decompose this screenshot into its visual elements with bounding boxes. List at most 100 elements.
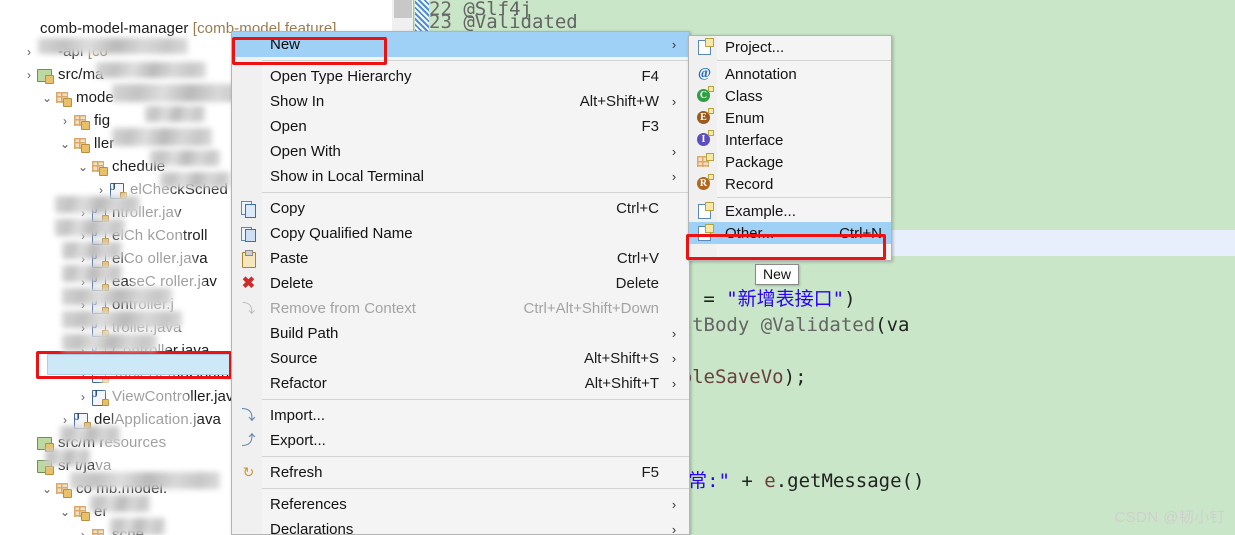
tree-item[interactable]: › easeC roller.jav [0,270,217,293]
tree-item[interactable]: ⌄ mode [0,86,114,109]
tree-twisty-icon[interactable]: › [4,23,18,35]
no-icon [240,521,257,535]
tree-item[interactable]: › fig [0,109,110,132]
tree-twisty-icon[interactable]: › [76,276,90,288]
source-folder-icon [36,66,54,84]
tree-item[interactable]: ⌄ er [0,500,108,523]
tree-item[interactable]: › src/ma [0,63,104,86]
csdn-watermark: CSDN @韧小钉 [1114,509,1225,526]
tree-twisty-icon[interactable]: ⌄ [58,138,72,150]
menu-item-paste[interactable]: PasteCtrl+V› [232,246,689,271]
tree-item-label: ontroller.j [112,296,174,313]
menu-item-label: Open [270,118,307,135]
enum-icon: E [696,108,714,126]
menu-item-refresh[interactable]: ↻RefreshF5› [232,460,689,485]
tree-item[interactable]: › src/m resources [0,431,166,454]
submenu-item-record[interactable]: R Record [689,173,891,195]
tree-twisty-icon[interactable]: › [76,391,90,403]
tree-twisty-icon[interactable]: › [76,253,90,265]
menu-item-references[interactable]: References › [232,492,689,517]
tree-item-label: src/m resources [58,434,167,451]
menu-item-open[interactable]: OpenF3› [232,114,689,139]
submenu-item-class[interactable]: C Class [689,85,891,107]
tree-item[interactable]: › elCheckSched [0,178,228,201]
menu-item-label: New [270,36,301,53]
tree-item[interactable]: › troller.java [0,316,182,339]
copy-qualified-name-icon [240,225,257,242]
tree-twisty-icon[interactable]: › [76,207,90,219]
tree-item[interactable]: ⌄ chedule [0,155,165,178]
menu-item-open-with[interactable]: Open With › [232,139,689,164]
tree-twisty-icon[interactable]: ⌄ [58,506,72,518]
tree-item[interactable]: ⌄ ller [0,132,114,155]
menu-item-open-type-hierarchy[interactable]: Open Type HierarchyF4› [232,64,689,89]
menu-item-label: Open With [270,143,341,160]
tree-item-label: co mb.model. [76,480,168,497]
new-project-icon [696,38,714,55]
redacted-text [96,62,206,78]
submenu-item-package[interactable]: Package [689,151,891,173]
menu-item-source[interactable]: Source Alt+Shift+S › [232,346,689,371]
new-submenu[interactable]: Project... @ Annotation C Class E Enum I Interfa… [688,35,892,261]
submenu-arrow-icon: › [671,376,677,391]
submenu-item-other[interactable]: Other... Ctrl+N [689,222,891,244]
menu-item-declarations[interactable]: Declarations › [232,517,689,535]
tree-twisty-icon[interactable]: ⌄ [40,483,54,495]
submenu-item-annotation[interactable]: @ Annotation [689,63,891,85]
menu-item-build-path[interactable]: Build Path › [232,321,689,346]
tree-item[interactable]: › ntroller.jav [0,201,182,224]
menu-item-show-in[interactable]: Show In Alt+Shift+W › [232,89,689,114]
menu-item-export[interactable]: ⤴Export...› [232,428,689,453]
tree-twisty-icon[interactable]: › [22,437,36,449]
tree-item[interactable]: ⌄ co mb.model. [0,477,167,500]
tree-item-label: elCh kControll [112,227,208,244]
menu-item-label: Show In [270,93,325,110]
tree-twisty-icon[interactable]: › [94,184,108,196]
tree-item-label: delApplication.java [94,411,221,428]
tree-item-label: chedule [112,158,166,175]
submenu-item-example[interactable]: Example... [689,200,891,222]
tree-twisty-icon[interactable]: › [22,460,36,472]
tree-item[interactable]: › elCh kControll [0,224,208,247]
menu-item-delete[interactable]: ✖DeleteDelete› [232,271,689,296]
ruler-marker [394,0,412,18]
menu-item-show-in-local-terminal[interactable]: Show in Local Terminal › [232,164,689,189]
tree-item[interactable]: › -api [co [0,40,108,63]
tree-item[interactable]: › ViewController.java [0,385,242,408]
menu-item-copy-qualified-name[interactable]: Copy Qualified Name› [232,221,689,246]
tree-twisty-icon[interactable]: › [22,69,36,81]
menu-item-new[interactable]: New › [232,32,689,57]
tree-twisty-icon[interactable]: › [76,299,90,311]
tree-twisty-icon[interactable]: › [76,322,90,334]
tree-twisty-icon[interactable]: ⌄ [40,92,54,104]
menu-item-label: Source [270,350,318,367]
tree-item-label: elCo oller.java [112,250,208,267]
source-folder-icon [36,457,54,475]
java-file-icon [90,250,109,268]
submenu-arrow-icon: › [671,144,677,159]
tree-twisty-icon[interactable]: › [58,414,72,426]
refresh-icon: ↻ [242,464,255,480]
menu-item-label: Copy Qualified Name [270,225,413,242]
submenu-item-project[interactable]: Project... [689,36,891,58]
tree-item[interactable]: › elCo oller.java [0,247,208,270]
tree-twisty-icon[interactable]: › [58,115,72,127]
submenu-item-interface[interactable]: I Interface [689,129,891,151]
tree-item[interactable]: › delApplication.java [0,408,221,431]
java-file-icon [72,411,91,429]
tree-twisty-icon[interactable]: › [76,230,90,242]
tree-twisty-icon[interactable]: › [76,529,90,535]
context-menu[interactable]: New › Open Type Hierarchy F4 › Show In Alt+Shi… [231,31,690,535]
submenu-arrow-icon: › [671,94,677,109]
menu-item-refactor[interactable]: Refactor Alt+Shift+T › [232,371,689,396]
tree-item[interactable]: › ontroller.j [0,293,174,316]
tree-twisty-icon[interactable]: ⌄ [76,161,90,173]
submenu-item-label: Class [725,87,763,105]
submenu-item-enum[interactable]: E Enum [689,107,891,129]
menu-item-import[interactable]: ⤵Import...› [232,403,689,428]
menu-item-remove-from-context[interactable]: ⤵Remove from ContextCtrl+Alt+Shift+Down› [232,296,689,321]
menu-item-copy[interactable]: CopyCtrl+C› [232,196,689,221]
tree-item[interactable]: › sr t/java [0,454,111,477]
tree-twisty-icon[interactable]: › [22,46,36,58]
tree-item[interactable]: › sche [0,523,144,535]
